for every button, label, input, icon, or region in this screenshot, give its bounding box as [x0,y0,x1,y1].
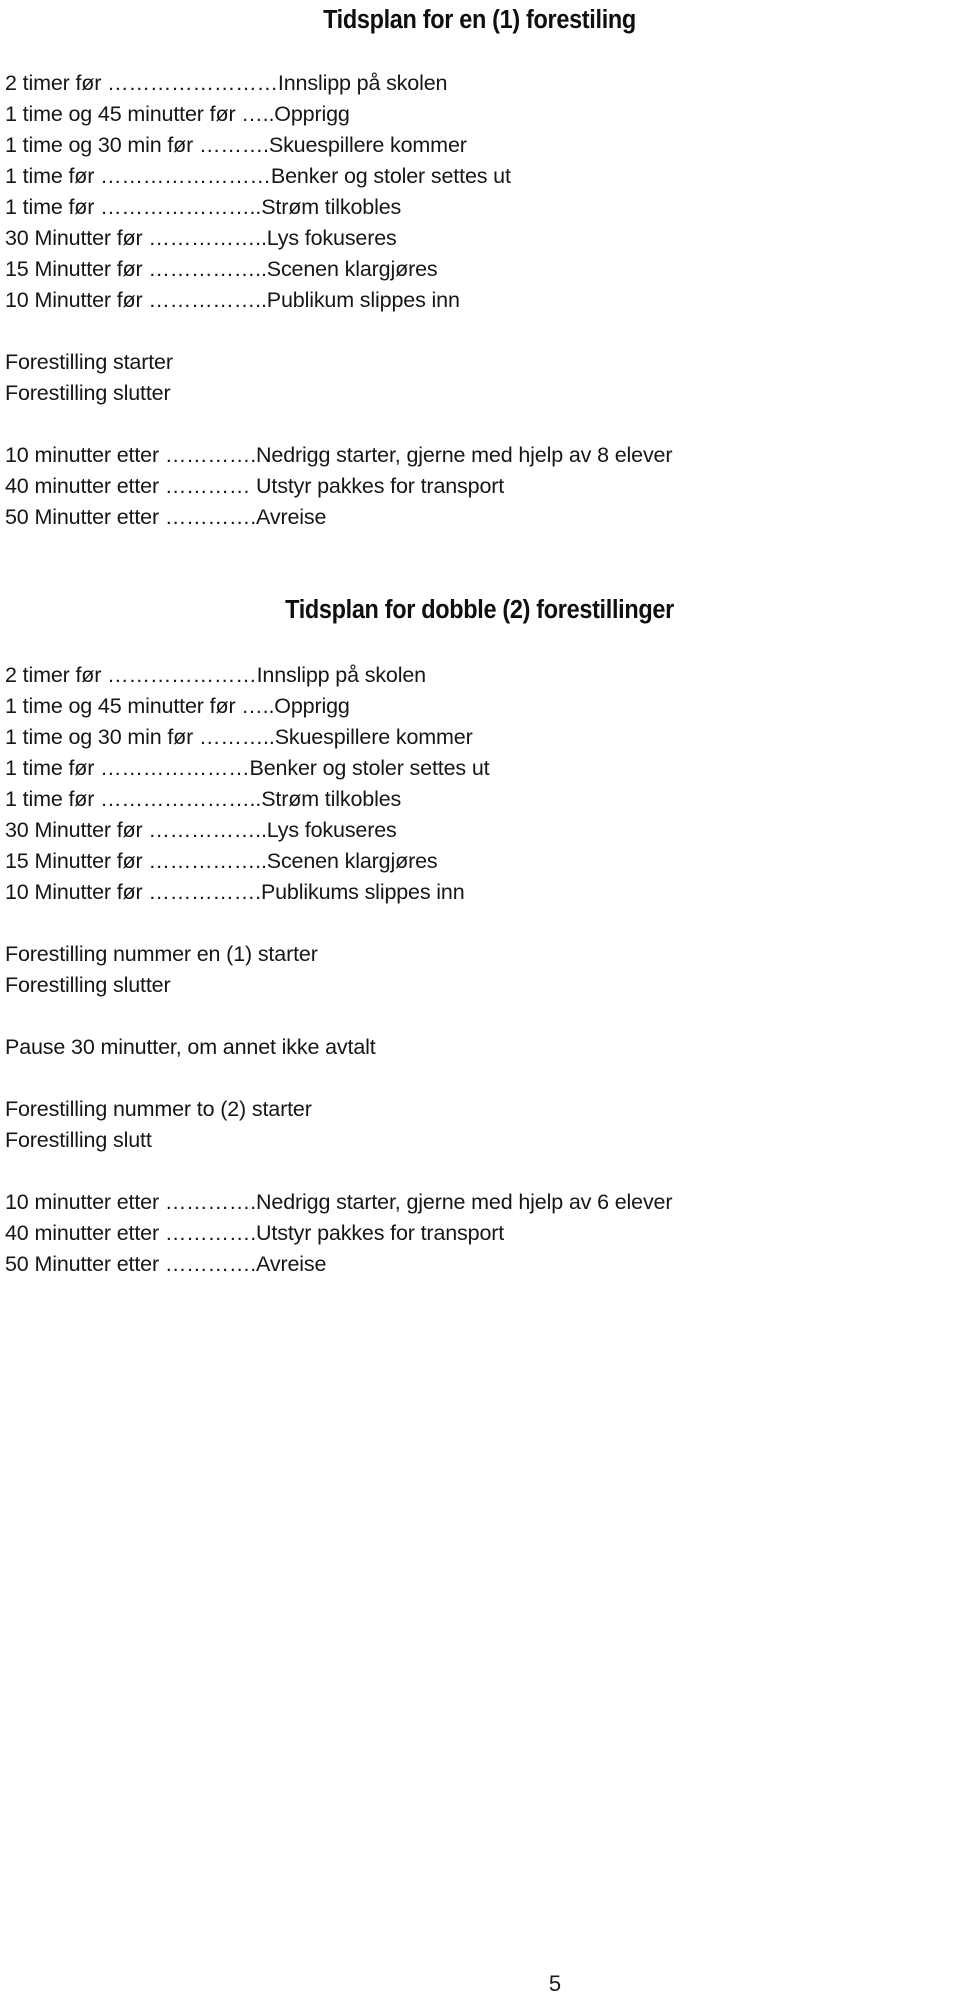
schedule-group-intermission: Pause 30 minutter, om annet ikke avtalt [5,1032,954,1063]
section-title-single-show: Tidsplan for en (1) forestiling [323,6,636,34]
schedule-line: Forestilling slutter [5,381,171,405]
schedule-group-show-two: Forestilling nummer to (2) starter Fores… [5,1094,954,1156]
document-page: Tidsplan for en (1) forestiling 2 timer … [0,0,960,1996]
schedule-group-show-single: Forestilling starter Forestilling slutte… [5,347,954,409]
schedule-line: 10 Minutter før …………….Publikums slippes … [5,880,465,904]
schedule-group-show-one: Forestilling nummer en (1) starter Fores… [5,939,954,1001]
schedule-line: 10 minutter etter ………….Nedrigg starter, … [5,443,673,467]
schedule-line: 40 minutter etter ………… Utstyr pakkes for… [5,474,505,498]
schedule-line: Forestilling starter [5,350,173,374]
schedule-line: Forestilling slutter [5,973,171,997]
schedule-line: 50 Minutter etter ………….Avreise [5,1252,327,1276]
schedule-line: 15 Minutter før ……………..Scenen klargjøres [5,257,438,281]
schedule-line: 10 Minutter før ……………..Publikum slippes … [5,288,460,312]
schedule-line: Forestilling slutt [5,1128,152,1152]
schedule-line: 1 time og 30 min før ………..Skuespillere k… [5,725,473,749]
spacer-before-title-2 [5,533,954,595]
section-title-double-show: Tidsplan for dobble (2) forestillinger [285,596,674,624]
schedule-line: Pause 30 minutter, om annet ikke avtalt [5,1035,376,1059]
spacer-after-title-2 [5,625,954,660]
schedule-line: 1 time og 45 minutter før …..Opprigg [5,694,350,718]
schedule-line: 40 minutter etter ………….Utstyr pakkes for… [5,1221,505,1245]
schedule-line: 10 minutter etter ………….Nedrigg starter, … [5,1190,673,1214]
schedule-line: Forestilling nummer to (2) starter [5,1097,312,1121]
schedule-line: 50 Minutter etter ………….Avreise [5,505,327,529]
schedule-line: Forestilling nummer en (1) starter [5,942,318,966]
schedule-line: 15 Minutter før ……………..Scenen klargjøres [5,849,438,873]
schedule-group-after-single: 10 minutter etter ………….Nedrigg starter, … [5,440,954,533]
schedule-group-before-double: 2 timer før …………………Innslipp på skolen 1 … [5,660,954,908]
schedule-line: 2 timer før ……………………Innslipp på skolen [5,71,448,95]
page-number: 5 [548,1971,562,1996]
schedule-line: 30 Minutter før ……………..Lys fokuseres [5,818,397,842]
schedule-group-after-double: 10 minutter etter ………….Nedrigg starter, … [5,1187,954,1280]
schedule-line: 1 time og 45 minutter før …..Opprigg [5,102,350,126]
spacer-after-title-1 [5,35,954,68]
schedule-group-before-single: 2 timer før ……………………Innslipp på skolen 1… [5,68,954,316]
schedule-line: 2 timer før …………………Innslipp på skolen [5,663,426,687]
schedule-line: 1 time før …………………Benker og stoler sette… [5,756,490,780]
schedule-line: 1 time og 30 min før ……….Skuespillere ko… [5,133,467,157]
schedule-line: 1 time før …………………..Strøm tilkobles [5,195,402,219]
schedule-line: 1 time før ……………………Benker og stoler sett… [5,164,511,188]
schedule-line: 1 time før …………………..Strøm tilkobles [5,787,402,811]
schedule-line: 30 Minutter før ……………..Lys fokuseres [5,226,397,250]
